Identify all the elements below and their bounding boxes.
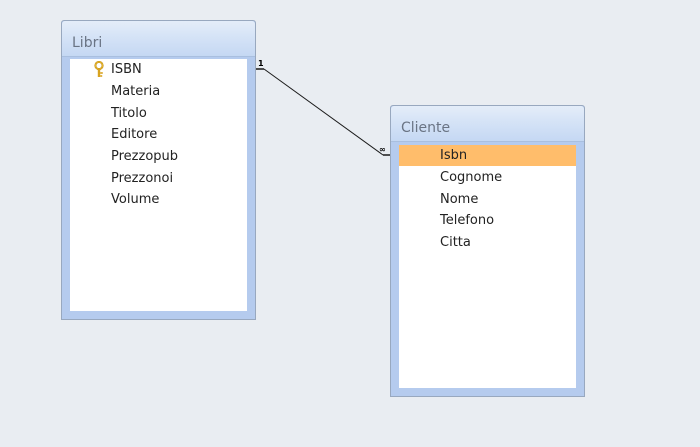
- libri-table-title: Libri: [72, 35, 103, 51]
- cliente-table-window[interactable]: Cliente Isbn Cognome Nome Telefono Citta: [390, 105, 585, 397]
- cliente-field-cognome[interactable]: Cognome: [399, 167, 576, 188]
- primary-key-icon: [94, 61, 104, 77]
- cliente-field-list[interactable]: Isbn Cognome Nome Telefono Citta: [399, 145, 576, 388]
- cliente-field-telefono[interactable]: Telefono: [399, 210, 576, 231]
- cliente-titlebar[interactable]: Cliente: [391, 106, 584, 142]
- one-cardinality-label: 1: [258, 59, 264, 68]
- libri-titlebar[interactable]: Libri: [62, 21, 255, 57]
- field-name: Editore: [111, 127, 158, 142]
- field-name: Citta: [440, 235, 471, 250]
- field-name: Materia: [111, 84, 161, 99]
- cliente-field-citta[interactable]: Citta: [399, 232, 576, 253]
- field-name: Nome: [440, 192, 479, 207]
- many-cardinality-label: ∞: [379, 145, 386, 154]
- libri-table-window[interactable]: Libri ISBN Materia Titolo Editore Prezzo…: [61, 20, 256, 320]
- libri-field-titolo[interactable]: Titolo: [70, 103, 247, 124]
- libri-field-prezzonoi[interactable]: Prezzonoi: [70, 168, 247, 189]
- field-name: Prezzonoi: [111, 171, 174, 186]
- field-name: Cognome: [440, 170, 503, 185]
- libri-field-materia[interactable]: Materia: [70, 81, 247, 102]
- libri-field-editore[interactable]: Editore: [70, 124, 247, 145]
- field-name: Prezzopub: [111, 149, 179, 164]
- field-name: ISBN: [111, 62, 142, 77]
- cliente-table-title: Cliente: [401, 120, 451, 136]
- field-name: Volume: [111, 192, 160, 207]
- field-name: Isbn: [440, 148, 468, 163]
- cliente-field-isbn[interactable]: Isbn: [399, 145, 576, 166]
- field-name: Titolo: [111, 106, 147, 121]
- relationships-canvas: 1 ∞ Libri ISBN Materia Titolo Editore Pr…: [0, 0, 700, 447]
- libri-field-isbn[interactable]: ISBN: [70, 59, 247, 80]
- libri-field-list[interactable]: ISBN Materia Titolo Editore Prezzopub Pr…: [70, 59, 247, 311]
- field-name: Telefono: [440, 213, 495, 228]
- libri-field-prezzopub[interactable]: Prezzopub: [70, 146, 247, 167]
- cliente-field-nome[interactable]: Nome: [399, 189, 576, 210]
- libri-field-volume[interactable]: Volume: [70, 189, 247, 210]
